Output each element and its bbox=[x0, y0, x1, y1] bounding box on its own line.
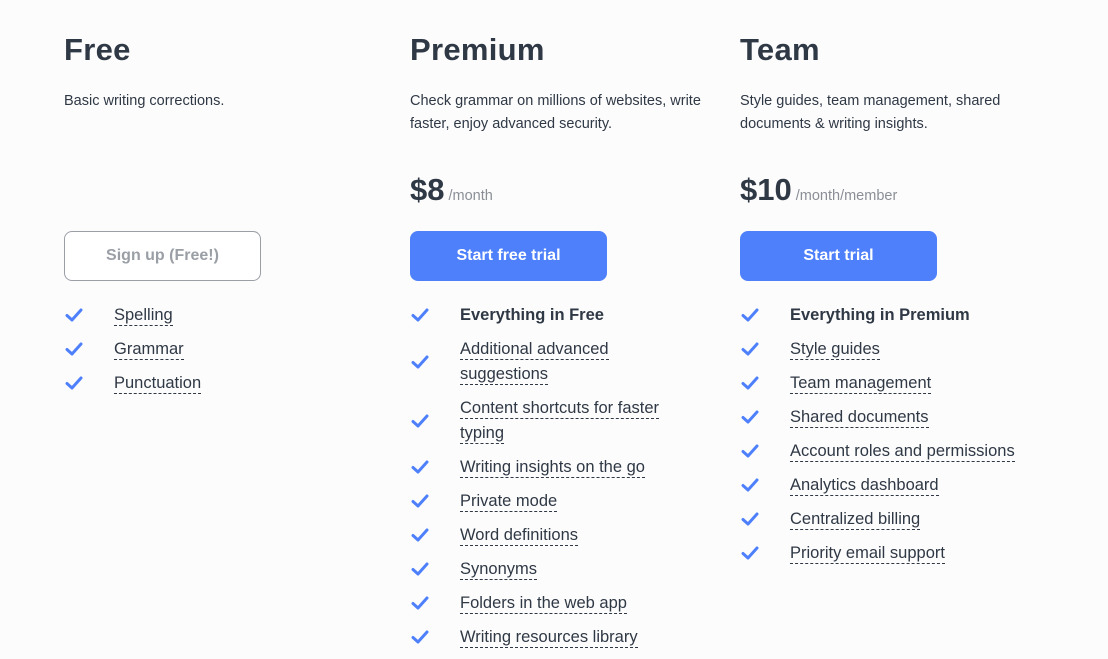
feature-item: Everything in Free bbox=[410, 298, 695, 332]
feature-label: Everything in Free bbox=[460, 305, 604, 324]
start-free-trial-button[interactable]: Start free trial bbox=[410, 231, 607, 281]
feature-label[interactable]: Additional advanced suggestions bbox=[460, 340, 609, 385]
feature-item: Content shortcuts for faster typing bbox=[410, 391, 695, 450]
price-period: /month bbox=[448, 188, 493, 204]
checkmark-icon bbox=[740, 441, 760, 461]
feature-item: Everything in Premium bbox=[740, 298, 1015, 332]
feature-item: Analytics dashboard bbox=[740, 468, 1015, 502]
feature-item: Private mode bbox=[410, 484, 695, 518]
feature-label[interactable]: Team management bbox=[790, 373, 932, 394]
checkmark-icon bbox=[740, 509, 760, 529]
checkmark-icon bbox=[740, 305, 760, 325]
feature-label[interactable]: Shared documents bbox=[790, 407, 929, 428]
plan-title: Premium bbox=[410, 32, 545, 67]
feature-label[interactable]: Synonyms bbox=[460, 559, 538, 580]
plan-description: Check grammar on millions of websites, w… bbox=[410, 93, 701, 132]
plan-title: Team bbox=[740, 32, 820, 67]
feature-item: Team management bbox=[740, 366, 1015, 400]
feature-label[interactable]: Analytics dashboard bbox=[790, 475, 939, 496]
feature-item: Additional advanced suggestions bbox=[410, 332, 695, 391]
feature-label: Everything in Premium bbox=[790, 305, 970, 324]
feature-label[interactable]: Style guides bbox=[790, 339, 880, 360]
feature-item: Folders in the web app bbox=[410, 586, 695, 620]
price: $8/month bbox=[410, 172, 493, 208]
feature-item: Style guides bbox=[740, 332, 1015, 366]
checkmark-icon bbox=[410, 491, 430, 511]
feature-item: Writing resources library bbox=[410, 620, 695, 654]
checkmark-icon bbox=[64, 339, 84, 359]
feature-item: Word definitions bbox=[410, 518, 695, 552]
feature-label[interactable]: Account roles and permissions bbox=[790, 441, 1015, 462]
feature-label[interactable]: Word definitions bbox=[460, 525, 579, 546]
feature-item: Spelling bbox=[64, 298, 201, 332]
price-amount: $8 bbox=[410, 172, 445, 207]
checkmark-icon bbox=[410, 457, 430, 477]
feature-label[interactable]: Content shortcuts for faster typing bbox=[460, 399, 660, 444]
checkmark-icon bbox=[740, 475, 760, 495]
feature-item: Synonyms bbox=[410, 552, 695, 586]
checkmark-icon bbox=[740, 339, 760, 359]
feature-label[interactable]: Punctuation bbox=[114, 373, 202, 394]
checkmark-icon bbox=[740, 543, 760, 563]
checkmark-icon bbox=[410, 525, 430, 545]
start-trial-button[interactable]: Start trial bbox=[740, 231, 937, 281]
feature-label[interactable]: Private mode bbox=[460, 491, 558, 512]
feature-label[interactable]: Spelling bbox=[114, 305, 173, 326]
feature-label[interactable]: Writing resources library bbox=[460, 627, 638, 648]
checkmark-icon bbox=[410, 352, 430, 372]
feature-label[interactable]: Grammar bbox=[114, 339, 184, 360]
feature-label[interactable]: Writing insights on the go bbox=[460, 457, 645, 478]
plan-description: Basic writing corrections. bbox=[64, 93, 225, 109]
feature-label[interactable]: Centralized billing bbox=[790, 509, 921, 530]
checkmark-icon bbox=[410, 593, 430, 613]
feature-list: Everything in Free Additional advanced s… bbox=[410, 298, 695, 654]
price-amount: $10 bbox=[740, 172, 792, 207]
checkmark-icon bbox=[64, 373, 84, 393]
checkmark-icon bbox=[410, 627, 430, 647]
feature-list: Everything in Premium Style guides Team … bbox=[740, 298, 1015, 570]
feature-item: Punctuation bbox=[64, 366, 202, 400]
feature-label[interactable]: Folders in the web app bbox=[460, 593, 627, 614]
feature-item: Account roles and permissions bbox=[740, 434, 1015, 468]
price-period: /month/member bbox=[795, 188, 898, 204]
price: $10/month/member bbox=[740, 172, 897, 208]
plan-description: Style guides, team management, shared do… bbox=[740, 93, 1001, 132]
feature-label[interactable]: Priority email support bbox=[790, 543, 945, 564]
checkmark-icon bbox=[410, 411, 430, 431]
checkmark-icon bbox=[740, 407, 760, 427]
feature-item: Shared documents bbox=[740, 400, 1015, 434]
feature-item: Grammar bbox=[64, 332, 201, 366]
checkmark-icon bbox=[410, 305, 430, 325]
feature-item: Priority email support bbox=[740, 536, 1015, 570]
feature-list: Spelling Grammar Punctuation bbox=[64, 298, 202, 400]
checkmark-icon bbox=[740, 373, 760, 393]
sign-up-free-button[interactable]: Sign up (Free!) bbox=[64, 231, 261, 281]
checkmark-icon bbox=[410, 559, 430, 579]
plan-title: Free bbox=[64, 32, 131, 67]
feature-item: Writing insights on the go bbox=[410, 450, 695, 484]
feature-item: Centralized billing bbox=[740, 502, 1015, 536]
checkmark-icon bbox=[64, 305, 84, 325]
